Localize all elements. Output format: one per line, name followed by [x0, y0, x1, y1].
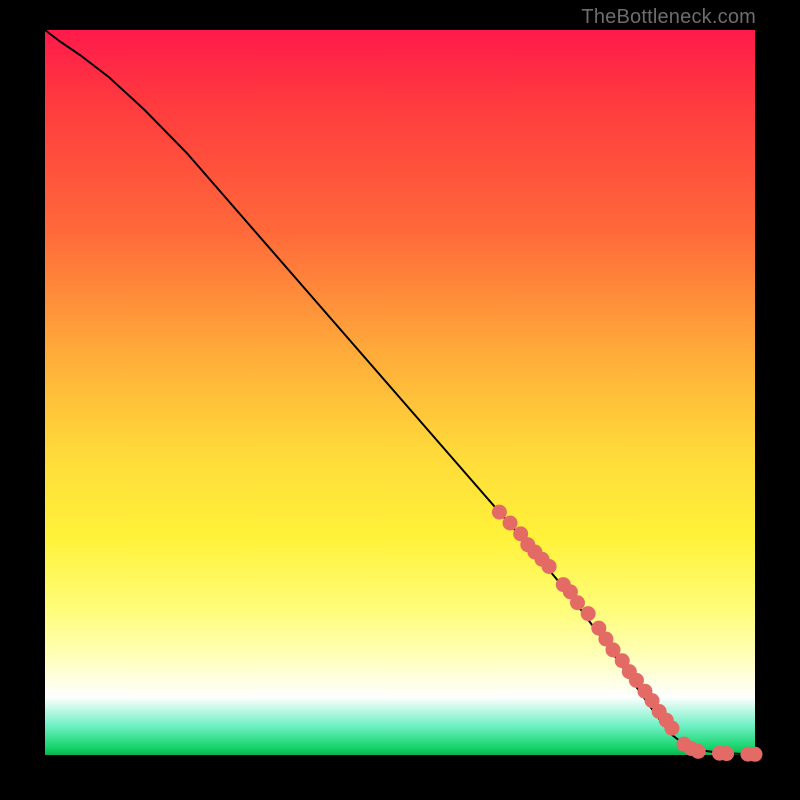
data-point [719, 746, 734, 761]
curve-series [45, 30, 755, 754]
data-point [748, 747, 763, 762]
chart-frame: TheBottleneck.com [0, 0, 800, 800]
data-point [542, 559, 557, 574]
data-point [503, 516, 518, 531]
data-point [691, 744, 706, 759]
marker-series [492, 505, 763, 762]
watermark-text: TheBottleneck.com [581, 6, 756, 29]
data-point [570, 595, 585, 610]
curve-path [45, 30, 755, 754]
chart-overlay [45, 30, 755, 755]
data-point [581, 606, 596, 621]
data-point [492, 505, 507, 520]
data-point [664, 721, 679, 736]
